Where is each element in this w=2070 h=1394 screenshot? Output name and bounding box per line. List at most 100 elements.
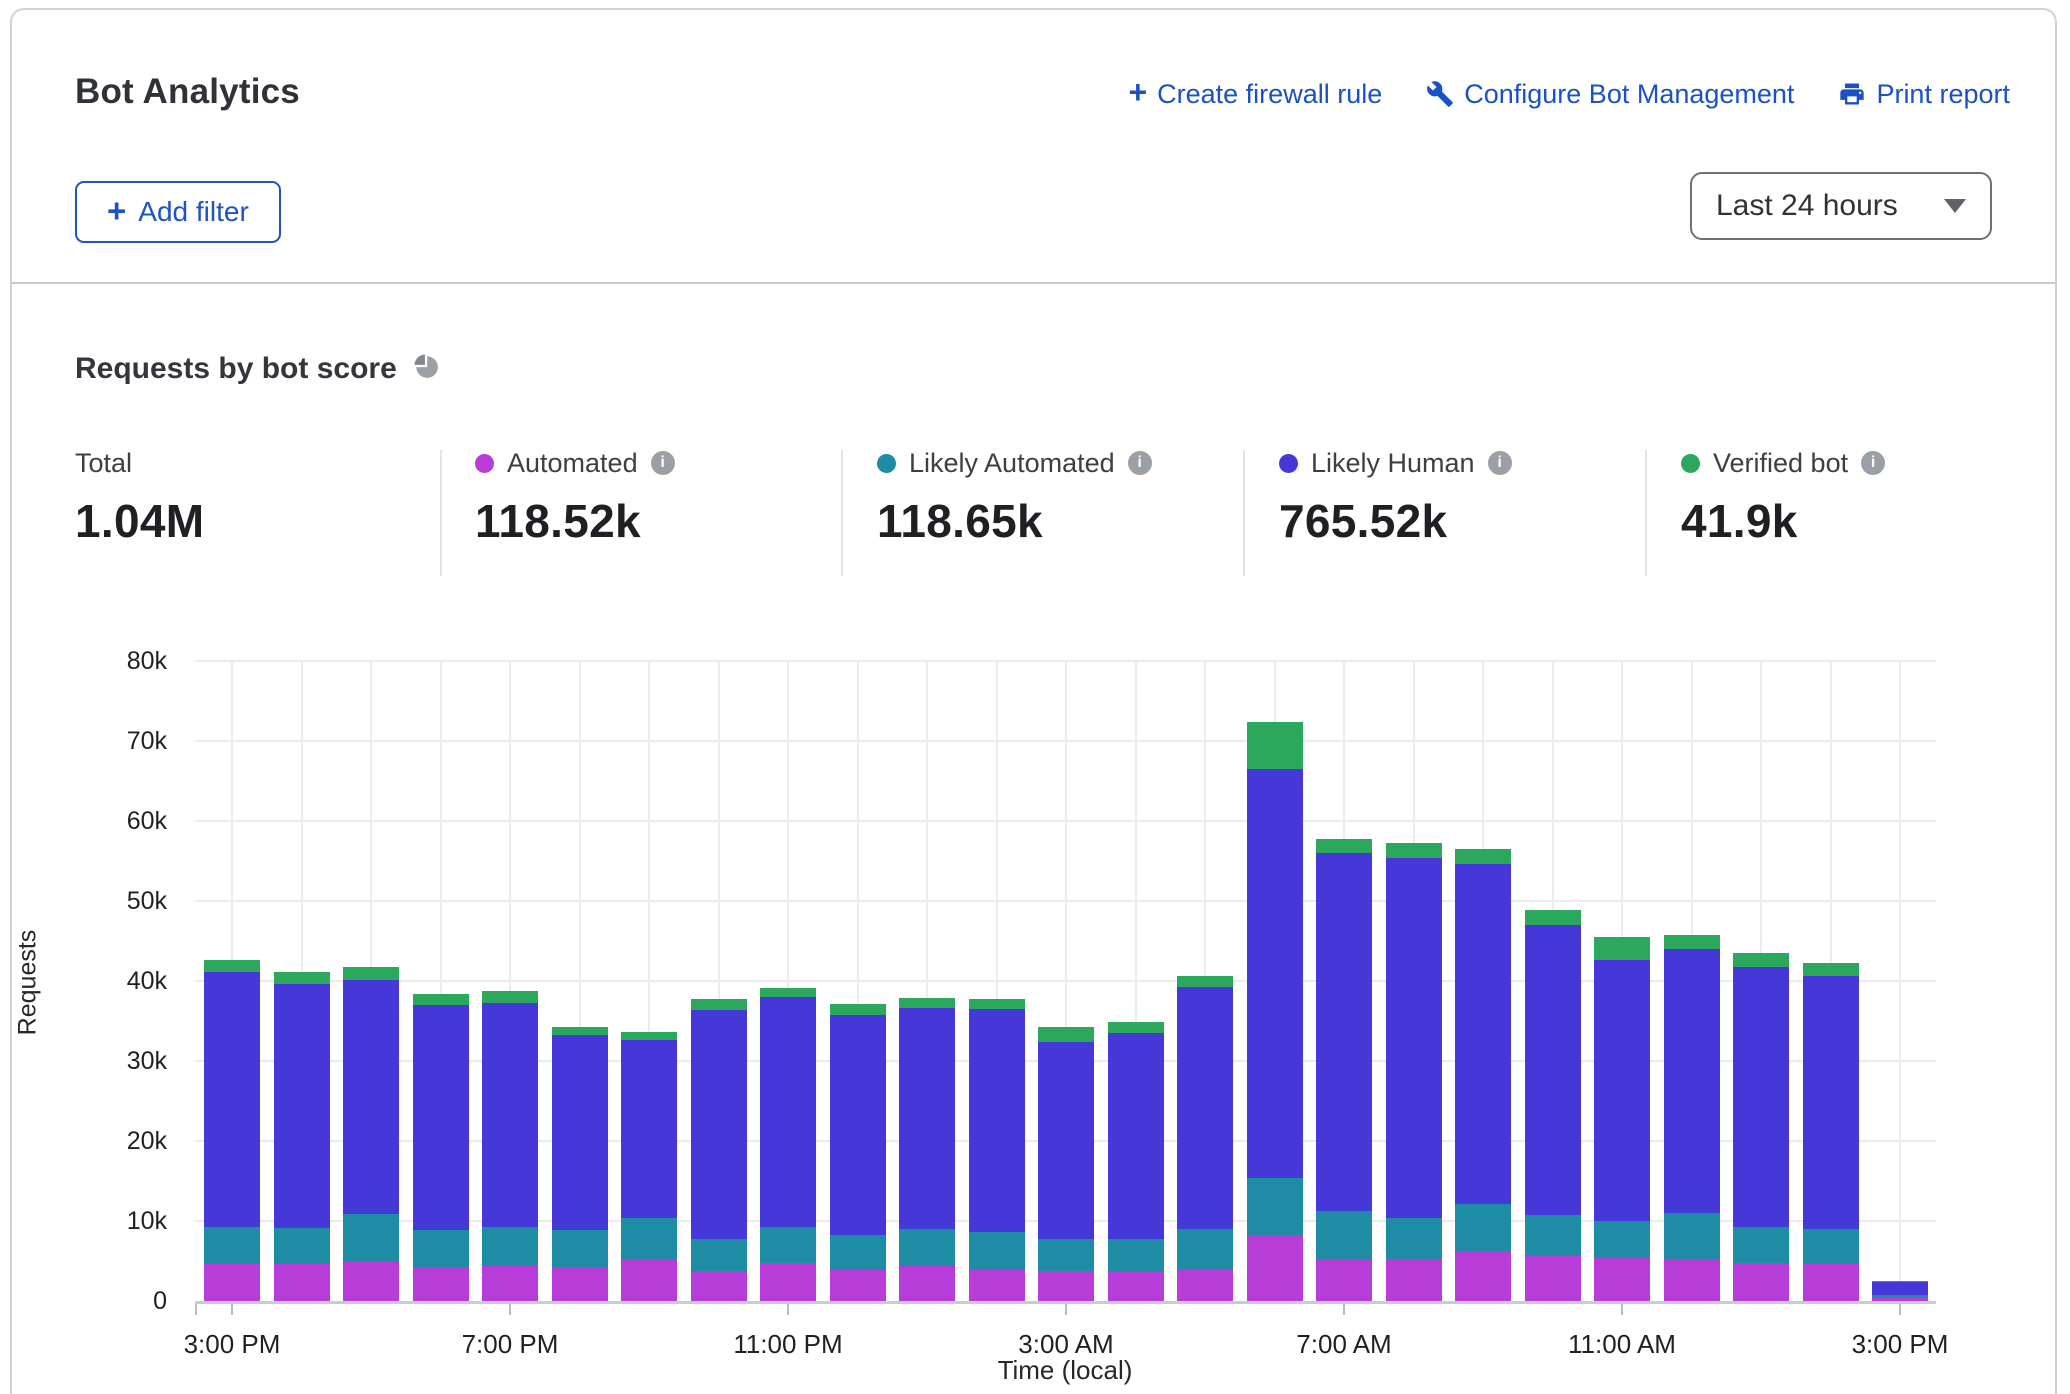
chart-bar[interactable] — [621, 645, 677, 1301]
chart-bar[interactable] — [274, 645, 330, 1301]
bar-segment-verified-bot — [621, 1032, 677, 1040]
plus-icon: + — [107, 194, 126, 227]
bar-segment-likely-human — [691, 1010, 747, 1239]
requests-by-bot-score-chart: Requests Time (local) 010k20k30k40k50k60… — [0, 645, 2070, 1394]
bar-segment-likely-human — [482, 1003, 538, 1227]
x-axis-start-tick — [195, 1304, 197, 1315]
bar-segment-automated — [274, 1264, 330, 1301]
chart-bar[interactable] — [204, 645, 260, 1301]
bar-segment-verified-bot — [1247, 722, 1303, 769]
x-tick-label: 7:00 AM — [1264, 1329, 1424, 1360]
x-tick-mark — [787, 1304, 789, 1315]
bar-segment-likely-human — [1038, 1042, 1094, 1240]
add-filter-button[interactable]: + Add filter — [75, 181, 281, 243]
info-icon[interactable]: i — [1128, 451, 1152, 475]
bar-segment-likely-human — [969, 1009, 1025, 1232]
bar-segment-verified-bot — [691, 999, 747, 1009]
stat-verified-bot: Verified boti41.9k — [1681, 448, 1885, 548]
chart-bar[interactable] — [413, 645, 469, 1301]
chart-bar[interactable] — [1247, 645, 1303, 1301]
x-tick-mark — [231, 1304, 233, 1315]
y-tick-label: 80k — [87, 647, 167, 676]
chart-bar[interactable] — [482, 645, 538, 1301]
chart-bar[interactable] — [343, 645, 399, 1301]
stat-label-likely-automated: Likely Automated — [909, 448, 1115, 479]
chart-bar[interactable] — [969, 645, 1025, 1301]
bar-segment-automated — [552, 1267, 608, 1301]
y-tick-label: 70k — [87, 727, 167, 756]
chart-bar[interactable] — [1316, 645, 1372, 1301]
chart-bar[interactable] — [1594, 645, 1650, 1301]
bar-segment-automated — [1177, 1269, 1233, 1301]
bar-segment-automated — [1108, 1272, 1164, 1301]
chart-bar[interactable] — [830, 645, 886, 1301]
bar-segment-verified-bot — [1594, 937, 1650, 960]
stat-label-automated: Automated — [507, 448, 638, 479]
chart-bar[interactable] — [1525, 645, 1581, 1301]
chart-bar[interactable] — [1455, 645, 1511, 1301]
bar-segment-automated — [899, 1266, 955, 1301]
chart-bar[interactable] — [1733, 645, 1789, 1301]
chart-bar[interactable] — [1108, 645, 1164, 1301]
bar-segment-automated — [1386, 1259, 1442, 1301]
bar-segment-verified-bot — [830, 1004, 886, 1015]
info-icon[interactable]: i — [1861, 451, 1885, 475]
x-tick-mark — [1621, 1304, 1623, 1315]
y-tick-label: 40k — [87, 967, 167, 996]
chart-bar[interactable] — [1038, 645, 1094, 1301]
bar-segment-likely-automated — [1316, 1211, 1372, 1258]
chart-bar[interactable] — [1872, 645, 1928, 1301]
chart-bar[interactable] — [552, 645, 608, 1301]
info-icon[interactable]: i — [1488, 451, 1512, 475]
bar-segment-likely-human — [274, 984, 330, 1228]
bar-segment-automated — [760, 1263, 816, 1301]
bar-segment-likely-automated — [1108, 1239, 1164, 1272]
stat-likely-human: Likely Humani765.52k — [1279, 448, 1512, 548]
chart-bar[interactable] — [1803, 645, 1859, 1301]
bar-segment-automated — [1247, 1235, 1303, 1301]
bar-segment-automated — [343, 1261, 399, 1301]
bar-segment-verified-bot — [1455, 849, 1511, 864]
y-tick-label: 50k — [87, 887, 167, 916]
bar-segment-likely-automated — [413, 1230, 469, 1267]
chart-bar[interactable] — [1177, 645, 1233, 1301]
bar-segment-verified-bot — [1177, 976, 1233, 987]
stat-total: Total 1.04M — [75, 448, 204, 548]
bar-segment-likely-automated — [1594, 1221, 1650, 1258]
bar-segment-likely-automated — [1247, 1178, 1303, 1235]
chart-bar[interactable] — [691, 645, 747, 1301]
legend-dot-automated — [475, 454, 494, 473]
wrench-icon — [1426, 80, 1454, 108]
info-icon[interactable]: i — [651, 451, 675, 475]
bar-segment-likely-human — [1525, 925, 1581, 1215]
stat-divider — [1243, 450, 1245, 576]
legend-dot-verified-bot — [1681, 454, 1700, 473]
bar-segment-verified-bot — [1038, 1027, 1094, 1041]
header-actions: + Create firewall rule Configure Bot Man… — [1128, 78, 2010, 110]
bar-segment-likely-human — [1733, 967, 1789, 1227]
chart-bar[interactable] — [1664, 645, 1720, 1301]
time-range-select[interactable]: Last 24 hours — [1690, 172, 1992, 240]
configure-bot-management-link[interactable]: Configure Bot Management — [1426, 79, 1794, 110]
chart-bar[interactable] — [760, 645, 816, 1301]
x-tick-mark — [1065, 1304, 1067, 1315]
print-report-link[interactable]: Print report — [1838, 79, 2010, 110]
bar-segment-verified-bot — [274, 972, 330, 984]
print-report-label: Print report — [1876, 79, 2010, 110]
section-title: Requests by bot score — [75, 352, 397, 386]
bar-segment-likely-automated — [1386, 1218, 1442, 1260]
bar-segment-likely-automated — [482, 1227, 538, 1265]
chart-bar[interactable] — [899, 645, 955, 1301]
bar-segment-likely-automated — [691, 1239, 747, 1272]
header-divider — [12, 282, 2057, 284]
stat-label-likely-human: Likely Human — [1311, 448, 1475, 479]
pie-chart-icon — [413, 353, 440, 385]
bar-segment-likely-automated — [552, 1230, 608, 1268]
bar-segment-automated — [1455, 1251, 1511, 1301]
create-firewall-rule-link[interactable]: + Create firewall rule — [1128, 78, 1382, 110]
bar-segment-automated — [204, 1264, 260, 1301]
bar-segment-likely-human — [1386, 858, 1442, 1218]
x-tick-mark — [1899, 1304, 1901, 1315]
chart-bar[interactable] — [1386, 645, 1442, 1301]
add-filter-label: Add filter — [138, 196, 249, 228]
